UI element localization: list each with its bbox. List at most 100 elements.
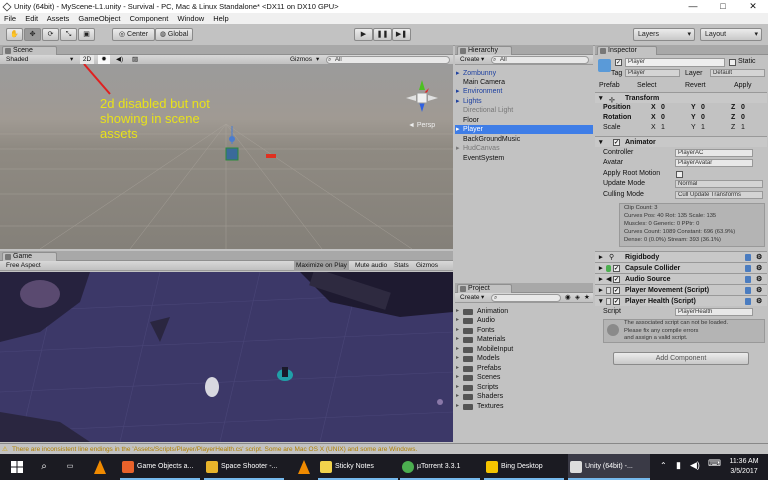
folder-prefabs[interactable]: Prefabs — [456, 364, 501, 373]
filter-label-icon[interactable]: ◈ — [575, 293, 580, 303]
animator-enabled-checkbox[interactable]: ✓ — [613, 139, 620, 146]
avatar-field[interactable]: PlayerAvatar — [675, 159, 753, 167]
folder-scripts[interactable]: Scripts — [456, 383, 498, 392]
scale-y[interactable]: 1 — [701, 123, 705, 133]
hierarchy-create-dropdown[interactable]: Create — [460, 55, 480, 65]
start-button[interactable] — [0, 454, 34, 480]
hierarchy-item-floor[interactable]: Floor — [455, 116, 593, 125]
add-component-button[interactable]: Add Component — [613, 352, 749, 365]
player-health-header[interactable]: ▾ ✓ Player Health (Script) ⚙ — [595, 295, 767, 306]
update-mode-dropdown[interactable]: Normal — [675, 180, 763, 188]
tab-game[interactable]: Game — [2, 252, 57, 261]
menu-edit[interactable]: Edit — [25, 14, 38, 23]
audio-source-checkbox[interactable]: ✓ — [613, 276, 620, 283]
hierarchy-item-player[interactable]: ▸ Player — [455, 125, 593, 134]
transform-header[interactable]: ▾ ⊹ Transform — [595, 92, 767, 104]
player-movement-header[interactable]: ▸ ✓ Player Movement (Script) ⚙ — [595, 284, 767, 295]
active-checkbox[interactable]: ✓ — [615, 59, 622, 66]
game-view[interactable] — [0, 272, 453, 442]
script-field[interactable]: PlayerHealth — [675, 308, 753, 316]
show-hidden-icons-icon[interactable]: ⌃ — [660, 461, 667, 470]
rect-tool-button[interactable]: ▣ — [78, 28, 95, 41]
hierarchy-item-directional-light[interactable]: Directional Light — [455, 106, 593, 115]
folder-fonts[interactable]: Fonts — [456, 326, 494, 335]
system-clock[interactable]: 11:36 AM 3/5/2017 — [724, 457, 764, 477]
capsule-collider-checkbox[interactable]: ✓ — [613, 265, 620, 272]
folder-models[interactable]: Models — [456, 354, 500, 363]
root-motion-checkbox[interactable] — [676, 171, 683, 178]
persp-label[interactable]: ◄ Persp — [408, 122, 435, 129]
rotation-y[interactable]: 0 — [701, 113, 705, 123]
gear-icon[interactable]: ⚙ — [756, 296, 762, 307]
move-tool-button[interactable]: ✥ — [24, 28, 41, 41]
minimize-button[interactable]: — — [678, 0, 708, 13]
hierarchy-search-input[interactable]: ⌕ All — [491, 56, 589, 64]
help-book-icon[interactable] — [745, 298, 751, 305]
controller-field[interactable]: PlayerAC — [675, 149, 753, 157]
folder-scenes[interactable]: Scenes — [456, 373, 500, 382]
hierarchy-item-lights[interactable]: ▸ Lights — [455, 97, 593, 106]
menu-window[interactable]: Window — [177, 14, 204, 23]
prefab-select-button[interactable]: Select — [637, 82, 656, 89]
network-icon[interactable]: ▮ — [676, 460, 681, 471]
help-book-icon[interactable] — [745, 254, 751, 261]
help-book-icon[interactable] — [745, 265, 751, 272]
rotation-z[interactable]: 0 — [741, 113, 745, 123]
rotate-tool-button[interactable]: ⟳ — [42, 28, 59, 41]
scale-z[interactable]: 1 — [741, 123, 745, 133]
rotation-x[interactable]: 0 — [661, 113, 665, 123]
scale-x[interactable]: 1 — [661, 123, 665, 133]
tab-scene[interactable]: Scene — [2, 46, 57, 55]
pivot-center-toggle[interactable]: ◎ Center — [112, 28, 155, 41]
menu-gameobject[interactable]: GameObject — [78, 14, 120, 23]
hierarchy-item-backgroundmusic[interactable]: BackGroundMusic — [455, 135, 593, 144]
hierarchy-item-environment[interactable]: ▸ Environment — [455, 87, 593, 96]
position-y[interactable]: 0 — [701, 103, 705, 113]
culling-mode-dropdown[interactable]: Cull Update Transforms — [675, 191, 763, 199]
hand-tool-button[interactable]: ✋ — [6, 28, 23, 41]
folder-shaders[interactable]: Shaders — [456, 392, 503, 401]
tag-dropdown[interactable]: Player — [625, 69, 680, 77]
hierarchy-item-eventsystem[interactable]: EventSystem — [455, 154, 593, 163]
taskbar-app-game-objects[interactable]: Game Objects a... — [120, 454, 200, 480]
menu-assets[interactable]: Assets — [47, 14, 70, 23]
stats-toggle[interactable]: Stats — [394, 261, 409, 271]
help-book-icon[interactable] — [745, 276, 751, 283]
vlc-taskbar-button-2[interactable] — [290, 454, 318, 480]
taskbar-app-unity[interactable]: Unity (64bit) -... — [568, 454, 650, 480]
player-gizmo[interactable] — [222, 124, 242, 164]
star-icon[interactable]: ★ — [584, 293, 590, 303]
global-toggle[interactable]: ◍ Global — [155, 28, 193, 41]
keyboard-icon[interactable]: ⌨ — [708, 458, 721, 469]
prefab-revert-button[interactable]: Revert — [685, 82, 706, 89]
vlc-taskbar-button[interactable] — [86, 454, 114, 480]
project-create-dropdown[interactable]: Create — [460, 293, 480, 303]
scale-tool-button[interactable]: ⤡ — [60, 28, 77, 41]
search-button[interactable]: ⌕ — [34, 454, 54, 480]
close-button[interactable]: ✕ — [738, 0, 768, 13]
layers-dropdown[interactable]: Layers ▾ — [633, 28, 695, 41]
mute-audio-toggle[interactable]: Mute audio — [355, 261, 387, 271]
task-view-button[interactable]: ▭ — [60, 454, 80, 480]
play-button[interactable]: ▶ — [354, 28, 373, 41]
pause-button[interactable]: ❚❚ — [373, 28, 392, 41]
tab-inspector[interactable]: Inspector — [597, 46, 657, 55]
project-search-input[interactable]: ⌕ — [491, 294, 561, 302]
folder-textures[interactable]: Textures — [456, 402, 504, 411]
folder-animation[interactable]: Animation — [456, 307, 508, 316]
rigidbody-header[interactable]: ▸ ⚲ Rigidbody ⚙ — [595, 251, 767, 262]
scene-view[interactable]: ◄ Persp 2d disabled but not showing in s… — [0, 64, 453, 249]
menu-help[interactable]: Help — [213, 14, 228, 23]
animator-header[interactable]: ▾ ✓ Animator — [595, 136, 767, 147]
menu-component[interactable]: Component — [130, 14, 169, 23]
player-movement-checkbox[interactable]: ✓ — [613, 287, 620, 294]
step-button[interactable]: ▶❚ — [392, 28, 411, 41]
help-book-icon[interactable] — [745, 287, 751, 294]
filter-type-icon[interactable]: ◉ — [565, 293, 571, 303]
tab-hierarchy[interactable]: Hierarchy — [457, 46, 512, 55]
volume-icon[interactable]: ◀) — [690, 460, 700, 471]
position-z[interactable]: 0 — [741, 103, 745, 113]
taskbar-app-bing-desktop[interactable]: Bing Desktop — [484, 454, 564, 480]
position-x[interactable]: 0 — [661, 103, 665, 113]
object-name-input[interactable]: Player — [625, 58, 725, 67]
